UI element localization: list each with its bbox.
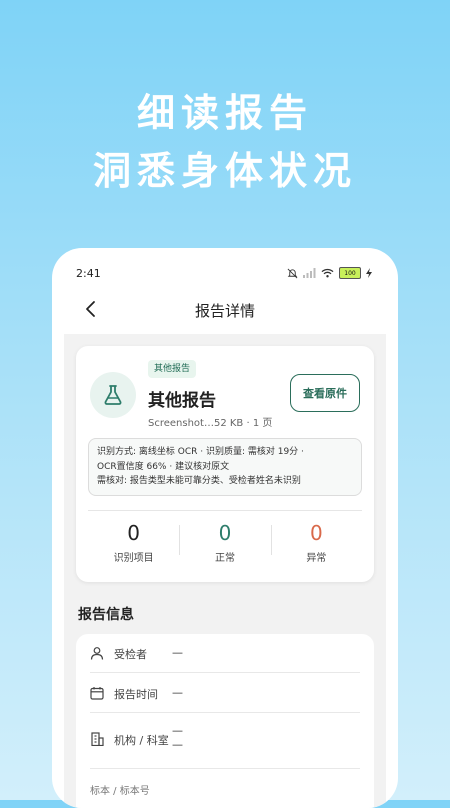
battery-icon: 100 (339, 267, 361, 279)
info-value-line: — (172, 724, 183, 737)
person-icon (90, 647, 104, 660)
ocr-info-line: 识别方式: 离线坐标 OCR · 识别质量: 需核对 19分 · (97, 447, 304, 457)
stat-value: 0 (309, 521, 323, 545)
flask-icon (90, 372, 136, 418)
status-icons: 100 (287, 267, 372, 279)
stats-row: 0 识别项目 0 正常 0 异常 (88, 510, 362, 571)
promo-title-line-2: 洞悉身体状况 (92, 149, 357, 193)
navigation-bar: 报告详情 (52, 296, 398, 324)
content-area[interactable]: 其他报告 其他报告 Screenshot…52 KB · 1 页 查看原件 识别… (64, 334, 386, 808)
stat-label: 正常 (214, 553, 235, 564)
mute-bell-icon (287, 268, 298, 278)
info-value: — (172, 646, 183, 659)
info-value: — (172, 686, 183, 699)
ocr-info-box: 识别方式: 离线坐标 OCR · 识别质量: 需核对 19分 · OCR置信度 … (88, 438, 362, 496)
info-label: 标本 / 标本号 (90, 786, 150, 797)
view-original-button[interactable]: 查看原件 (290, 374, 360, 412)
report-summary-card: 其他报告 其他报告 Screenshot…52 KB · 1 页 查看原件 识别… (76, 346, 374, 582)
info-label: 受检者 (114, 648, 147, 661)
ocr-info-line: 需核对: 报告类型未能可靠分类、受检者姓名未识别 (97, 476, 301, 486)
info-value: — — (172, 724, 183, 752)
report-file-info: Screenshot…52 KB · 1 页 (148, 418, 273, 429)
report-info-card: 受检者 — 报告时间 — 机构 / 科室 — — 标本 / 标本号 (76, 634, 374, 808)
signal-icon (303, 268, 316, 278)
page-title: 报告详情 (194, 302, 255, 320)
section-title-report-info: 报告信息 (78, 607, 134, 623)
info-row-institution: 机构 / 科室 — — (90, 712, 360, 769)
stat-recognized-items: 0 识别项目 (88, 511, 179, 571)
wifi-icon (321, 268, 334, 278)
info-label: 机构 / 科室 (114, 734, 169, 747)
charging-bolt-icon (366, 268, 372, 278)
calendar-icon (90, 687, 104, 700)
info-row-specimen: 标本 / 标本号 (90, 768, 360, 808)
stat-value: 0 (218, 521, 232, 545)
info-row-report-time: 报告时间 — (90, 672, 360, 713)
report-type-tag: 其他报告 (148, 360, 197, 378)
stat-abnormal: 0 异常 (270, 511, 362, 571)
stat-value: 0 (127, 521, 141, 545)
phone-screen: 2:41 100 报告详情 其他报告 其他报告 Screenshot…52 KB… (52, 248, 398, 808)
promo-title-line-1: 细读报告 (136, 91, 313, 135)
stat-label: 识别项目 (113, 553, 154, 564)
report-name: 其他报告 (148, 391, 216, 411)
info-row-patient: 受检者 — (90, 634, 360, 673)
ocr-info-line: OCR置信度 66% · 建议核对原文 (97, 461, 230, 472)
building-icon (91, 732, 104, 746)
info-value-line: — (172, 738, 183, 751)
stat-normal: 0 正常 (179, 511, 270, 571)
stat-label: 异常 (306, 553, 327, 564)
info-label: 报告时间 (114, 688, 158, 701)
status-bar: 2:41 100 (76, 266, 372, 280)
status-time: 2:41 (76, 266, 101, 280)
